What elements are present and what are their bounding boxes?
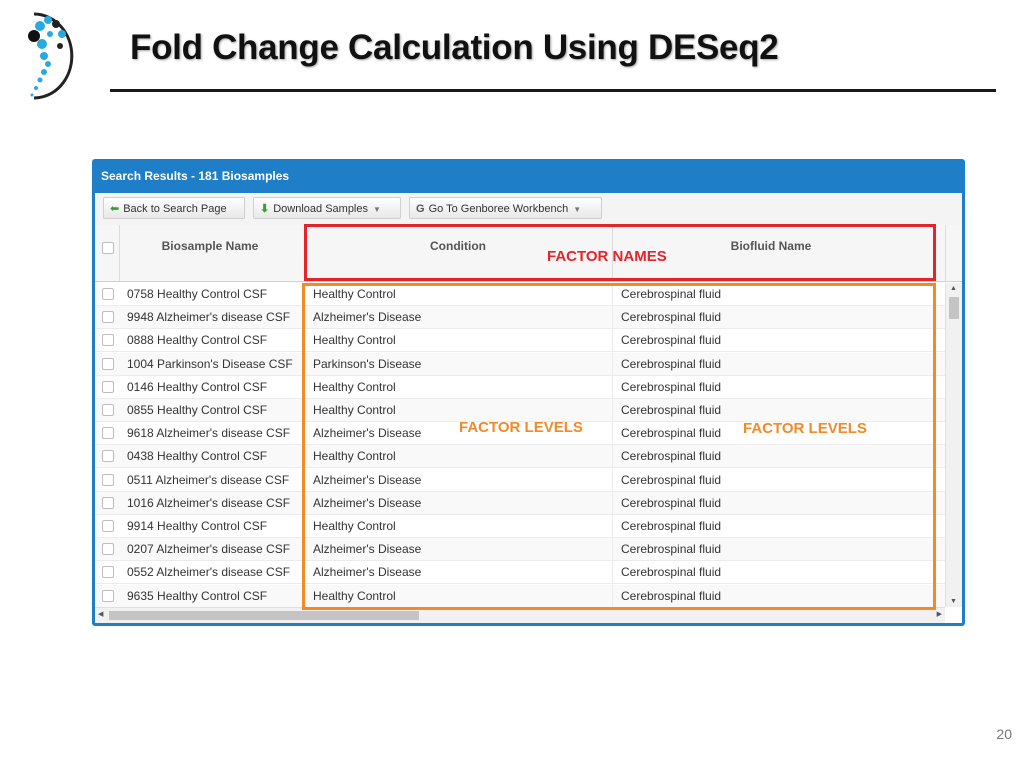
scroll-left-icon[interactable]: ◀	[98, 610, 103, 618]
factor-names-label: FACTOR NAMES	[547, 248, 667, 265]
workbench-button-label: Go To Genboree Workbench	[428, 203, 569, 215]
horizontal-scroll-thumb[interactable]	[109, 611, 419, 620]
row-checkbox[interactable]	[102, 473, 114, 486]
row-checkbox[interactable]	[102, 357, 114, 370]
select-all-checkbox[interactable]	[102, 242, 114, 254]
row-checkbox[interactable]	[102, 566, 114, 579]
download-samples-button[interactable]: ⬇ Download Samples ▼	[253, 197, 401, 219]
logo-icon	[28, 12, 74, 100]
biosample-name-cell: 0758 Healthy Control CSF	[127, 287, 268, 301]
header-divider	[945, 225, 946, 281]
row-checkbox[interactable]	[102, 543, 114, 556]
scroll-up-icon[interactable]: ▲	[950, 285, 957, 292]
row-checkbox[interactable]	[102, 520, 114, 532]
go-to-workbench-button[interactable]: G Go To Genboree Workbench ▼	[409, 197, 602, 219]
factor-levels-label-condition: FACTOR LEVELS	[459, 419, 583, 436]
row-checkbox[interactable]	[102, 380, 114, 393]
biosample-name-cell: 1004 Parkinson's Disease CSF	[127, 356, 293, 371]
genboree-icon: G	[416, 203, 425, 215]
column-header-biosample-name[interactable]: Biosample Name	[119, 225, 301, 281]
biosample-name-cell: 0146 Healthy Control CSF	[127, 379, 268, 394]
back-arrow-icon: ⬅	[110, 203, 120, 215]
row-checkbox[interactable]	[102, 496, 114, 509]
download-button-label: Download Samples	[273, 203, 368, 215]
toolbar: ⬅ Back to Search Page ⬇ Download Samples ▼ …	[95, 193, 962, 226]
factor-levels-highlight	[302, 283, 936, 610]
slide-title: Fold Change Calculation Using DESeq2	[130, 28, 779, 67]
slide-number: 20	[996, 726, 1012, 742]
title-divider	[110, 89, 996, 92]
row-checkbox[interactable]	[102, 589, 114, 602]
row-checkbox[interactable]	[102, 288, 114, 300]
biosample-name-cell: 0438 Healthy Control CSF	[127, 449, 268, 464]
row-checkbox[interactable]	[102, 334, 114, 347]
biosample-name-cell: 0888 Healthy Control CSF	[127, 333, 268, 348]
biosample-name-cell: 9618 Alzheimer's disease CSF	[127, 426, 291, 441]
chevron-down-icon: ▼	[373, 205, 381, 214]
row-checkbox[interactable]	[102, 427, 114, 440]
biosample-name-cell: 9914 Healthy Control CSF	[127, 519, 268, 533]
biosample-name-cell: 0552 Alzheimer's disease CSF	[127, 565, 291, 580]
row-checkbox[interactable]	[102, 450, 114, 463]
factor-levels-label-biofluid: FACTOR LEVELS	[743, 420, 867, 437]
scroll-right-icon[interactable]: ▶	[937, 610, 942, 618]
back-button-label: Back to Search Page	[123, 203, 227, 215]
row-checkbox[interactable]	[102, 404, 114, 416]
row-checkbox[interactable]	[102, 311, 114, 324]
biosample-name-cell: 1016 Alzheimer's disease CSF	[127, 495, 291, 510]
panel-title: Search Results - 181 Biosamples	[101, 169, 290, 183]
chevron-down-icon: ▼	[573, 205, 582, 214]
download-icon: ⬇	[260, 203, 270, 215]
biosample-name-cell: 0511 Alzheimer's disease CSF	[127, 472, 290, 487]
biosample-name-cell: 9635 Healthy Control CSF	[127, 588, 268, 603]
biosample-name-cell: 9948 Alzheimer's disease CSF	[127, 310, 291, 325]
back-to-search-button[interactable]: ⬅ Back to Search Page	[103, 197, 245, 219]
vertical-scroll-thumb[interactable]	[949, 297, 959, 319]
vertical-scrollbar[interactable]: ▲ ▼	[945, 283, 962, 607]
scroll-down-icon[interactable]: ▼	[950, 598, 957, 605]
biosample-name-cell: 0207 Alzheimer's disease CSF	[127, 542, 291, 557]
biosample-name-cell: 0855 Healthy Control CSF	[127, 403, 268, 417]
